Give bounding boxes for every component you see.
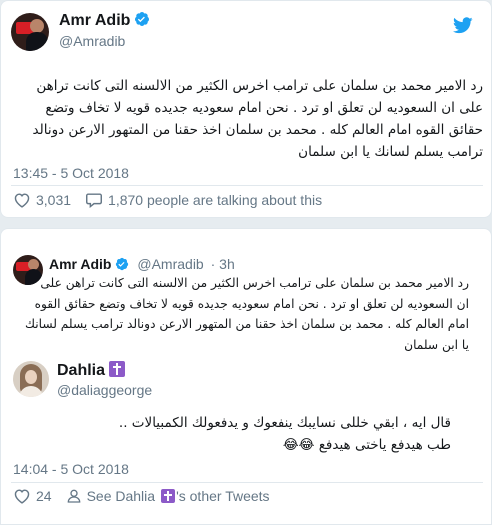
see-other-tweets-link[interactable]: See Dahlia 's other Tweets	[66, 488, 270, 504]
quoted-author-name[interactable]: Amr Adib @Amradib · 3h	[49, 256, 235, 272]
avatar-amr-adib[interactable]	[11, 13, 49, 51]
verified-badge-icon	[135, 12, 150, 26]
quoted-author-handle[interactable]: @Amradib	[137, 256, 203, 272]
like-action[interactable]: 24	[13, 488, 52, 504]
quoted-age: · 3h	[210, 256, 235, 272]
see-other-prefix: See Dahlia	[86, 488, 156, 504]
tweet-card-main: Amr Adib @Amradib رد الامير محمد بن سلما…	[0, 0, 492, 218]
talking-action[interactable]: 1,870 people are talking about this	[85, 192, 322, 208]
tweet-text-line: على ان السعوديه لن تعلق او ترد . نحن اما…	[45, 100, 483, 116]
heart-icon	[14, 193, 30, 208]
quoted-tweet-text: رد الامير محمد بن سلمان على ترامب اخرس ا…	[9, 273, 469, 355]
tweet-actions: 3,031 1,870 people are talking about thi…	[13, 192, 336, 208]
person-icon	[67, 489, 80, 503]
avatar-dahlia[interactable]	[13, 361, 49, 397]
tweet-text: رد الامير محمد بن سلمان على ترامب اخرس ا…	[11, 75, 483, 163]
talking-count: 1,870 people are talking about this	[108, 192, 323, 208]
reply-text-line: قال ايه ، ابقي خللى نسايبك ينفعوك و يدفع…	[118, 415, 451, 431]
comment-icon	[86, 193, 103, 208]
reply-text-line: طب هيدفع ياختى هيدفع 😂😂	[282, 437, 451, 453]
like-count: 24	[36, 488, 52, 504]
tweet-timestamp[interactable]: 13:45 - 5 Oct 2018	[13, 165, 129, 181]
cross-badge-icon	[109, 361, 126, 377]
author-handle[interactable]: @Amradib	[59, 33, 125, 49]
quoted-text-line: يا ابن سلمان	[404, 337, 469, 352]
like-count: 3,031	[36, 192, 72, 208]
author-name[interactable]: Amr Adib	[59, 11, 150, 30]
divider	[11, 482, 483, 483]
cross-badge-icon	[161, 489, 176, 503]
heart-icon	[14, 489, 30, 504]
quoted-tweet[interactable]: Amr Adib @Amradib · 3h رد الامير محمد بن…	[9, 251, 483, 371]
tweet-card-quote: Amr Adib @Amradib · 3h رد الامير محمد بن…	[0, 228, 492, 525]
reply-actions: 24 See Dahlia 's other Tweets	[13, 488, 284, 504]
reply-author-name[interactable]: Dahlia	[57, 361, 126, 380]
author-name-text[interactable]: Amr Adib	[59, 12, 130, 29]
reply-author-name-text[interactable]: Dahlia	[57, 362, 105, 379]
verified-badge-icon	[116, 257, 129, 271]
reply-tweet-text: قال ايه ، ابقي خللى نسايبك ينفعوك و يدفع…	[61, 412, 451, 456]
twitter-bird-icon[interactable]	[453, 17, 473, 34]
quoted-text-line: ان السعوديه لن تعلق او ترد . نحن امام سع…	[34, 296, 469, 311]
divider	[11, 185, 483, 186]
see-other-suffix: 's other Tweets	[176, 488, 270, 504]
tweet-text-line: ترامب يسلم لسانك يا ابن سلمان	[298, 144, 483, 160]
reply-timestamp[interactable]: 14:04 - 5 Oct 2018	[13, 461, 129, 477]
quoted-author-name-text[interactable]: Amr Adib	[49, 256, 111, 272]
quoted-text-line: رد الامير محمد بن سلمان على ترامب اخرس ا…	[40, 276, 469, 290]
quoted-text-line: امام العالم كله . محمد بن سلمان اخذ حقنا…	[24, 317, 469, 331]
tweet-text-line: حقائق القوه امام العالم كله . محمد بن سل…	[32, 122, 483, 138]
reply-author-handle[interactable]: @daliaggeorge	[57, 382, 152, 398]
tweet-text-line: رد الامير محمد بن سلمان على ترامب اخرس ا…	[36, 78, 483, 94]
like-action[interactable]: 3,031	[13, 192, 71, 208]
